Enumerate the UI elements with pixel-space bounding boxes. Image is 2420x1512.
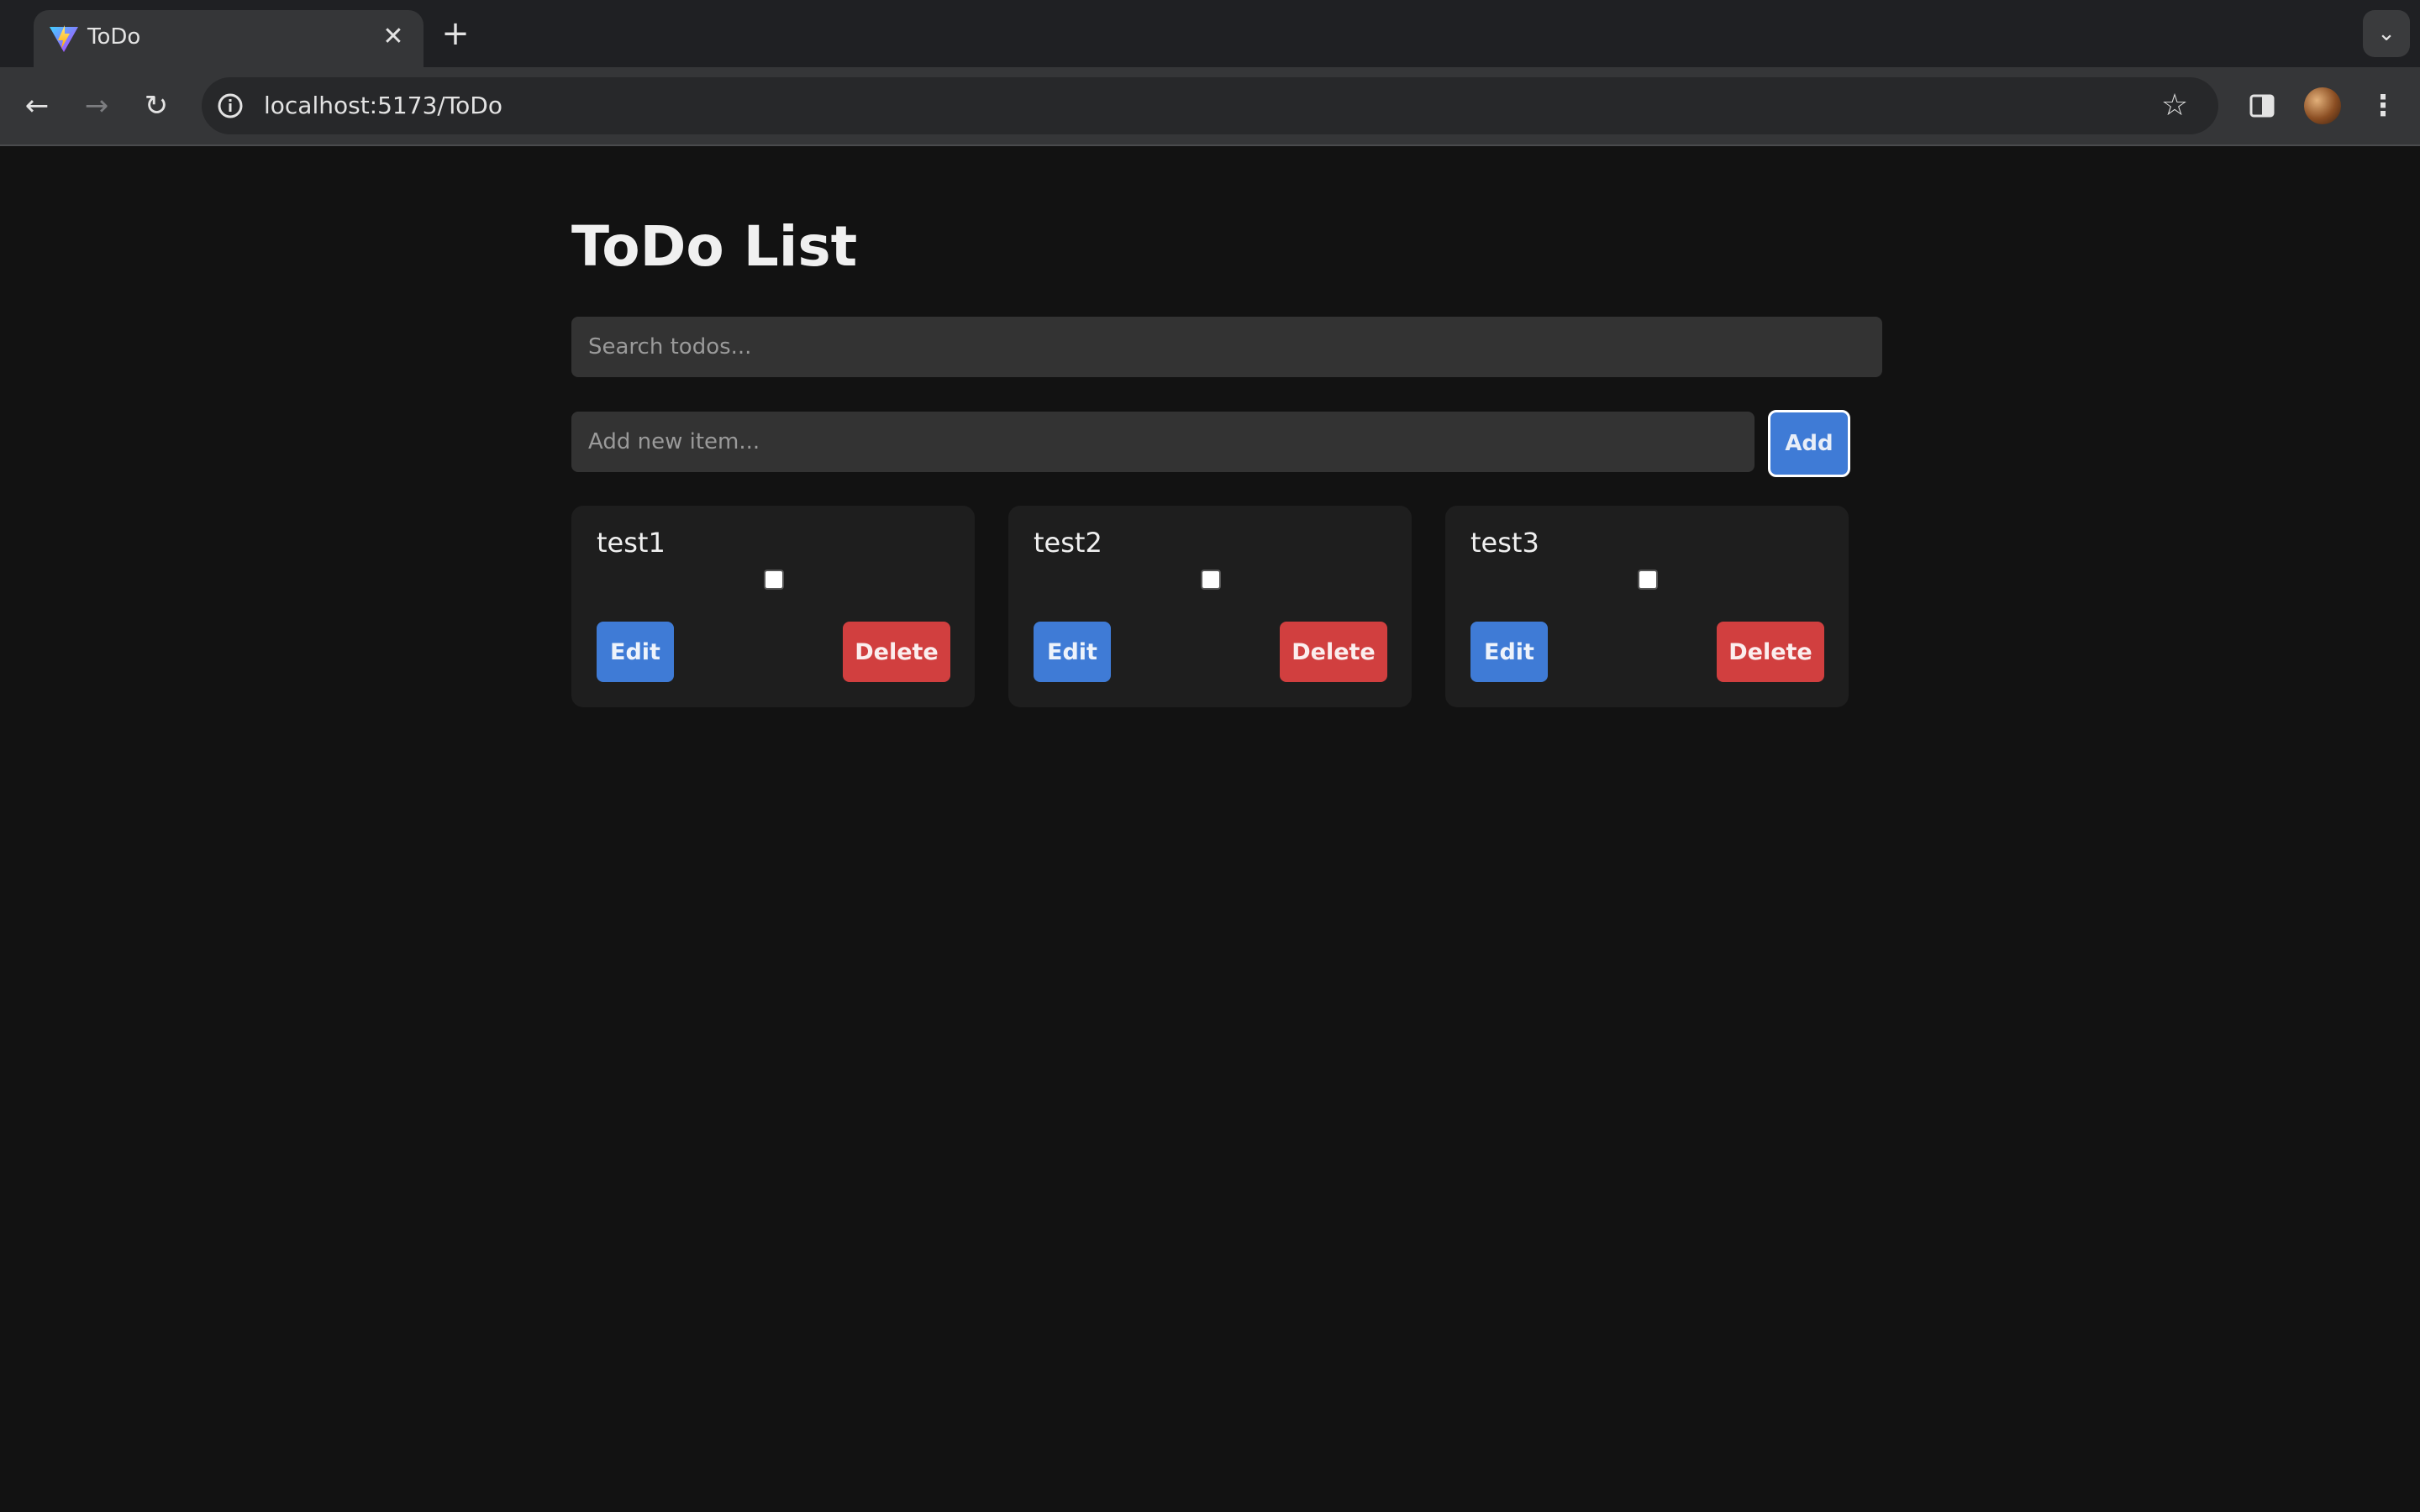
new-tab-button[interactable]: +	[437, 15, 474, 52]
edit-button[interactable]: Edit	[1470, 622, 1548, 682]
browser-tab-strip: ToDo ✕ + ⌄	[0, 0, 2420, 67]
profile-avatar[interactable]	[2304, 87, 2341, 124]
tab-search-chevron-icon[interactable]: ⌄	[2363, 10, 2410, 57]
page-title: ToDo List	[571, 214, 858, 279]
more-menu-icon[interactable]: ⋮	[2365, 87, 2402, 124]
site-info-icon[interactable]	[213, 89, 247, 123]
todo-list: test1 Edit Delete test2 Edit Delete test…	[571, 506, 1849, 707]
todo-text: test2	[1034, 527, 1102, 559]
todo-card: test2 Edit Delete	[1008, 506, 1412, 707]
todo-checkbox[interactable]	[1638, 570, 1658, 590]
url-text[interactable]: localhost:5173/ToDo	[264, 89, 502, 123]
todo-card: test3 Edit Delete	[1445, 506, 1849, 707]
side-panel-icon[interactable]	[2244, 87, 2281, 124]
delete-button[interactable]: Delete	[1280, 622, 1387, 682]
bookmark-star-icon[interactable]: ☆	[2156, 87, 2193, 124]
reload-icon[interactable]: ↻	[136, 86, 176, 126]
edit-button[interactable]: Edit	[597, 622, 674, 682]
todo-text: test1	[597, 527, 666, 559]
search-input[interactable]	[571, 317, 1882, 377]
forward-arrow-icon[interactable]: →	[76, 86, 117, 126]
back-arrow-icon[interactable]: ←	[17, 86, 57, 126]
add-button[interactable]: Add	[1768, 410, 1850, 477]
browser-tab[interactable]: ToDo ✕	[34, 10, 424, 67]
todo-text: test3	[1470, 527, 1539, 559]
vite-favicon-icon	[50, 25, 78, 52]
close-tab-icon[interactable]: ✕	[376, 20, 410, 54]
edit-button[interactable]: Edit	[1034, 622, 1111, 682]
delete-button[interactable]: Delete	[1717, 622, 1824, 682]
todo-card: test1 Edit Delete	[571, 506, 975, 707]
address-bar[interactable]: localhost:5173/ToDo ☆	[202, 77, 2218, 134]
todo-checkbox[interactable]	[764, 570, 784, 590]
tab-title: ToDo	[87, 24, 141, 50]
browser-toolbar: ← → ↻ localhost:5173/ToDo ☆ ⋮	[0, 67, 2420, 146]
todo-checkbox[interactable]	[1201, 570, 1221, 590]
page-content: ToDo List Add test1 Edit Delete test2 Ed…	[0, 146, 2420, 1512]
delete-button[interactable]: Delete	[843, 622, 950, 682]
new-item-input[interactable]	[571, 412, 1754, 472]
